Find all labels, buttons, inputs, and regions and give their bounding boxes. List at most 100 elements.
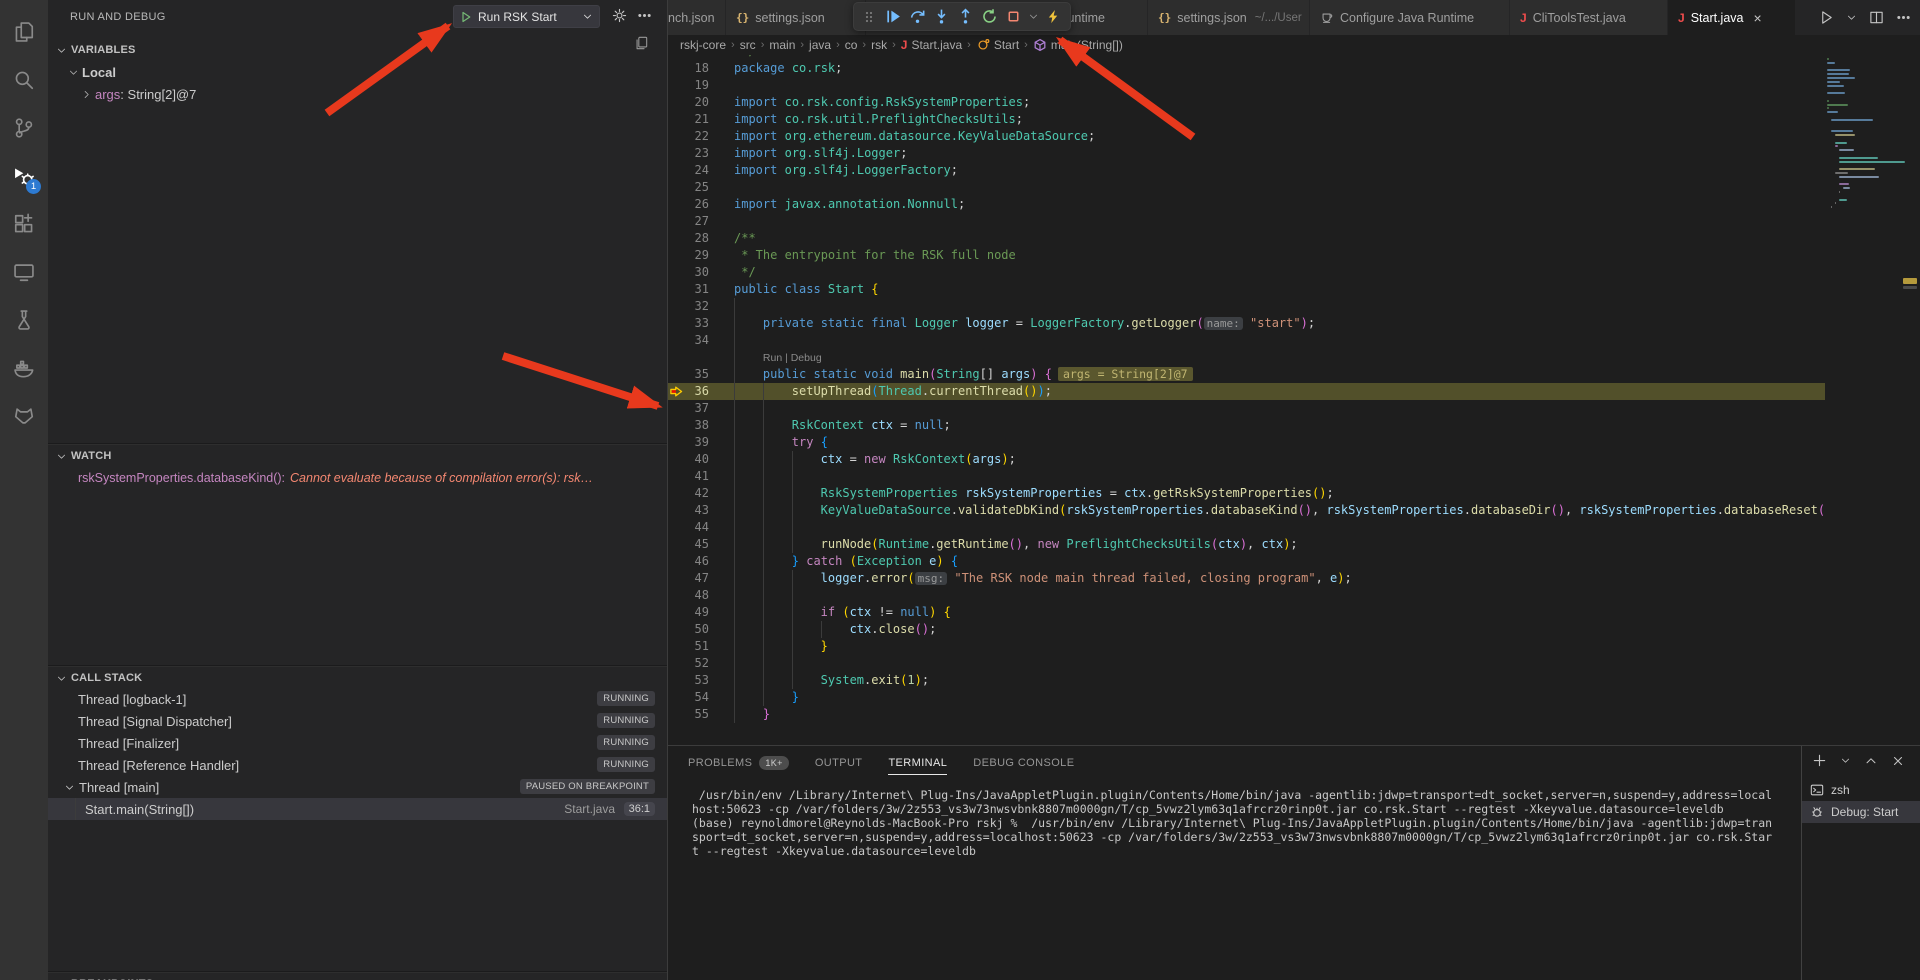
editor-gutter[interactable]: 54 xyxy=(668,689,734,706)
terminal-list-item-debug-start[interactable]: Debug: Start xyxy=(1802,801,1920,823)
editor-gutter[interactable]: 25 xyxy=(668,179,734,196)
editor-gutter[interactable]: 28 xyxy=(668,230,734,247)
run-icon[interactable] xyxy=(1819,10,1834,25)
watch-expression[interactable]: rskSystemProperties.databaseKind(): Cann… xyxy=(48,467,667,489)
tab-settings-json[interactable]: {}settings.json~/.../User xyxy=(1148,0,1310,35)
step-into-icon[interactable] xyxy=(931,7,951,27)
more-icon[interactable] xyxy=(1896,10,1911,25)
gear-icon[interactable] xyxy=(612,8,627,23)
tab-problems[interactable]: PROBLEMS 1K+ xyxy=(688,746,789,779)
pages-icon[interactable] xyxy=(634,36,648,50)
editor-gutter[interactable]: 30 xyxy=(668,264,734,281)
explorer-icon[interactable] xyxy=(0,12,48,52)
fox-extension-icon[interactable] xyxy=(0,396,48,436)
editor-gutter[interactable]: 41 xyxy=(668,468,734,485)
variables-scope-local[interactable]: Local xyxy=(48,61,667,83)
editor-gutter[interactable]: 32 xyxy=(668,298,734,315)
remote-monitor-icon[interactable] xyxy=(0,252,48,292)
continue-icon[interactable] xyxy=(883,7,903,27)
editor-gutter[interactable]: 38 xyxy=(668,417,734,434)
editor-gutter[interactable]: 55 xyxy=(668,706,734,723)
editor-gutter[interactable]: 21 xyxy=(668,111,734,128)
tab-configure-java-runtime[interactable]: Configure Java Runtime xyxy=(1310,0,1510,35)
editor-gutter[interactable]: 51 xyxy=(668,638,734,655)
split-editor-icon[interactable] xyxy=(1869,10,1884,25)
editor-gutter[interactable]: 49 xyxy=(668,604,734,621)
editor-gutter[interactable]: 23 xyxy=(668,145,734,162)
code-editor[interactable]: 17 */18package co.rsk;1920import co.rsk.… xyxy=(668,55,1825,745)
editor-gutter[interactable]: 36 xyxy=(668,383,734,400)
editor-gutter[interactable]: 31 xyxy=(668,281,734,298)
editor-gutter[interactable]: 26 xyxy=(668,196,734,213)
editor-gutter[interactable]: 52 xyxy=(668,655,734,672)
editor-gutter[interactable]: 34 xyxy=(668,332,734,349)
breadcrumb-item-start-java[interactable]: JStart.java xyxy=(901,38,962,52)
variable-args[interactable]: args : String[2]@7 xyxy=(48,83,667,105)
stack-frame-start-main[interactable]: Start.main(String[]) Start.java 36:1 xyxy=(48,798,667,820)
grip-icon[interactable] xyxy=(859,7,879,27)
breadcrumb-item-co[interactable]: co xyxy=(845,38,858,52)
tab-output[interactable]: OUTPUT xyxy=(815,746,863,779)
editor-gutter[interactable]: 29 xyxy=(668,247,734,264)
editor-gutter[interactable]: 22 xyxy=(668,128,734,145)
chevron-down-icon[interactable] xyxy=(1027,7,1039,27)
codelens-run-debug[interactable]: Run | Debug xyxy=(763,352,822,364)
breakpoints-section-header[interactable]: BREAKPOINTS xyxy=(56,974,153,980)
thread-row[interactable]: Thread [main]PAUSED ON BREAKPOINT xyxy=(48,776,667,798)
editor-gutter[interactable]: 39 xyxy=(668,434,734,451)
step-over-icon[interactable] xyxy=(907,7,927,27)
tab-settings-json[interactable]: {}settings.json xyxy=(726,0,866,35)
breadcrumb-item-main-string-[interactable]: main(String[]) xyxy=(1033,38,1123,52)
tab-terminal[interactable]: TERMINAL xyxy=(888,746,947,779)
more-actions-icon[interactable] xyxy=(637,8,652,23)
editor-gutter[interactable]: 18 xyxy=(668,60,734,77)
breadcrumb-item-rsk[interactable]: rsk xyxy=(871,38,887,52)
editor-gutter[interactable]: 46 xyxy=(668,553,734,570)
thread-row[interactable]: Thread [Signal Dispatcher]RUNNING xyxy=(48,710,667,732)
start-debug-icon[interactable] xyxy=(460,11,472,23)
thread-row[interactable]: Thread [logback-1]RUNNING xyxy=(48,688,667,710)
editor-gutter[interactable]: 33 xyxy=(668,315,734,332)
editor-gutter[interactable]: 45 xyxy=(668,536,734,553)
editor-gutter[interactable]: 35 xyxy=(668,366,734,383)
extensions-icon[interactable] xyxy=(0,204,48,244)
run-and-debug-icon[interactable]: 1 xyxy=(0,156,48,196)
editor-gutter[interactable] xyxy=(668,349,734,366)
terminal-list-item-zsh[interactable]: zsh xyxy=(1802,779,1920,801)
editor-gutter[interactable]: 44 xyxy=(668,519,734,536)
terminal-output[interactable]: /usr/bin/env /Library/Internet\ Plug-Ins… xyxy=(692,788,1772,858)
editor-gutter[interactable]: 50 xyxy=(668,621,734,638)
tab-debug-console[interactable]: DEBUG CONSOLE xyxy=(973,746,1074,779)
breadcrumb-item-main[interactable]: main xyxy=(769,38,795,52)
docker-whale-icon[interactable] xyxy=(0,348,48,388)
editor-gutter[interactable]: 24 xyxy=(668,162,734,179)
minimap[interactable] xyxy=(1825,55,1901,745)
stop-icon[interactable] xyxy=(1003,7,1023,27)
breadcrumb-item-start[interactable]: Start xyxy=(976,38,1019,52)
tab-start-java[interactable]: JStart.java× xyxy=(1668,0,1796,35)
breadcrumb-item-src[interactable]: src xyxy=(740,38,756,52)
tab-clitoolstest-java[interactable]: JCliToolsTest.java xyxy=(1510,0,1668,35)
editor-gutter[interactable]: 47 xyxy=(668,570,734,587)
variables-section-header[interactable]: VARIABLES xyxy=(56,40,136,60)
editor-gutter[interactable]: 53 xyxy=(668,672,734,689)
launch-config-dropdown[interactable]: Run RSK Start xyxy=(453,5,600,28)
source-control-icon[interactable] xyxy=(0,108,48,148)
tab-nch-json[interactable]: nch.json xyxy=(668,0,726,35)
editor-gutter[interactable]: 37 xyxy=(668,400,734,417)
editor-gutter[interactable]: 40 xyxy=(668,451,734,468)
chevron-down-icon[interactable] xyxy=(582,11,593,22)
call-stack-section-header[interactable]: CALL STACK xyxy=(56,668,142,688)
search-icon[interactable] xyxy=(0,60,48,100)
thread-row[interactable]: Thread [Finalizer]RUNNING xyxy=(48,732,667,754)
editor-gutter[interactable]: 43 xyxy=(668,502,734,519)
hot-code-replace-bolt-icon[interactable] xyxy=(1043,7,1063,27)
chevron-down-icon[interactable] xyxy=(1846,12,1857,23)
overview-ruler[interactable] xyxy=(1901,55,1920,745)
test-beaker-icon[interactable] xyxy=(0,300,48,340)
breadcrumb-item-rskj-core[interactable]: rskj-core xyxy=(680,38,726,52)
editor-gutter[interactable]: 19 xyxy=(668,77,734,94)
restart-icon[interactable] xyxy=(979,7,999,27)
step-out-icon[interactable] xyxy=(955,7,975,27)
editor-gutter[interactable]: 27 xyxy=(668,213,734,230)
